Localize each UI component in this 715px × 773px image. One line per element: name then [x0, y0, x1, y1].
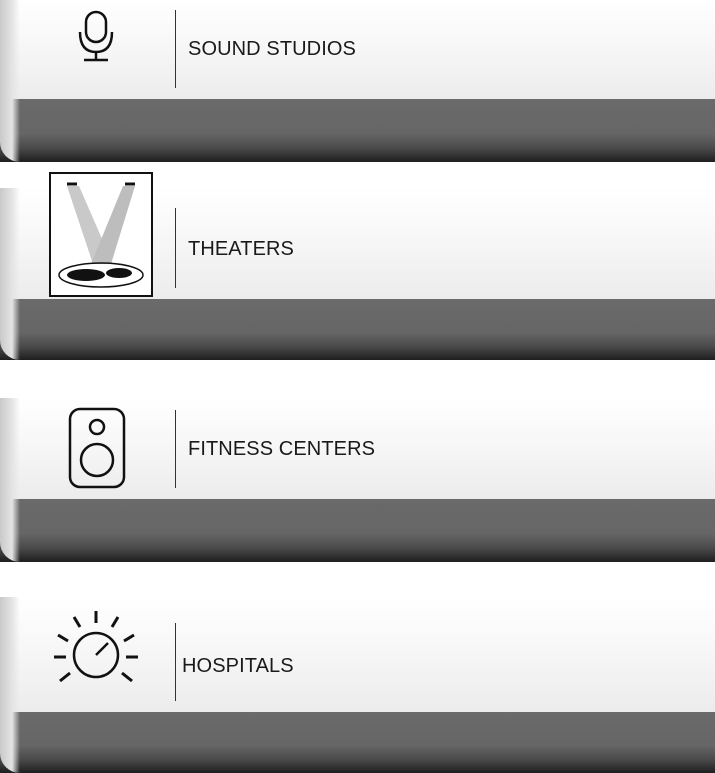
- card-band: [0, 299, 715, 360]
- knob-dial-icon: [50, 607, 142, 699]
- item-label-fitness-centers: FITNESS CENTERS: [188, 438, 376, 460]
- item-label-sound-studios: SOUND STUDIOS: [188, 38, 356, 60]
- theaters-card[interactable]: THEATERS: [0, 172, 715, 360]
- hospitals-card[interactable]: HOSPITALS: [0, 585, 715, 773]
- speaker-icon: [68, 407, 126, 491]
- card-curl: [0, 398, 20, 562]
- spotlight-stage-icon: [49, 172, 153, 297]
- item-label-theaters: THEATERS: [188, 238, 294, 260]
- fitness-centers-card[interactable]: FITNESS CENTERS: [0, 382, 715, 562]
- item-label-hospitals: HOSPITALS: [182, 655, 294, 677]
- card-band: [0, 99, 715, 162]
- card-band: [0, 499, 715, 562]
- divider-line: [175, 208, 176, 288]
- divider-line: [175, 623, 176, 701]
- card-curl: [0, 188, 20, 360]
- card-curl: [0, 597, 20, 773]
- divider-line: [175, 410, 176, 488]
- divider-line: [175, 10, 176, 88]
- card-band: [0, 712, 715, 773]
- card-curl: [0, 0, 20, 162]
- sound-studios-card[interactable]: SOUND STUDIOS: [0, 0, 715, 162]
- microphone-icon: [72, 10, 122, 64]
